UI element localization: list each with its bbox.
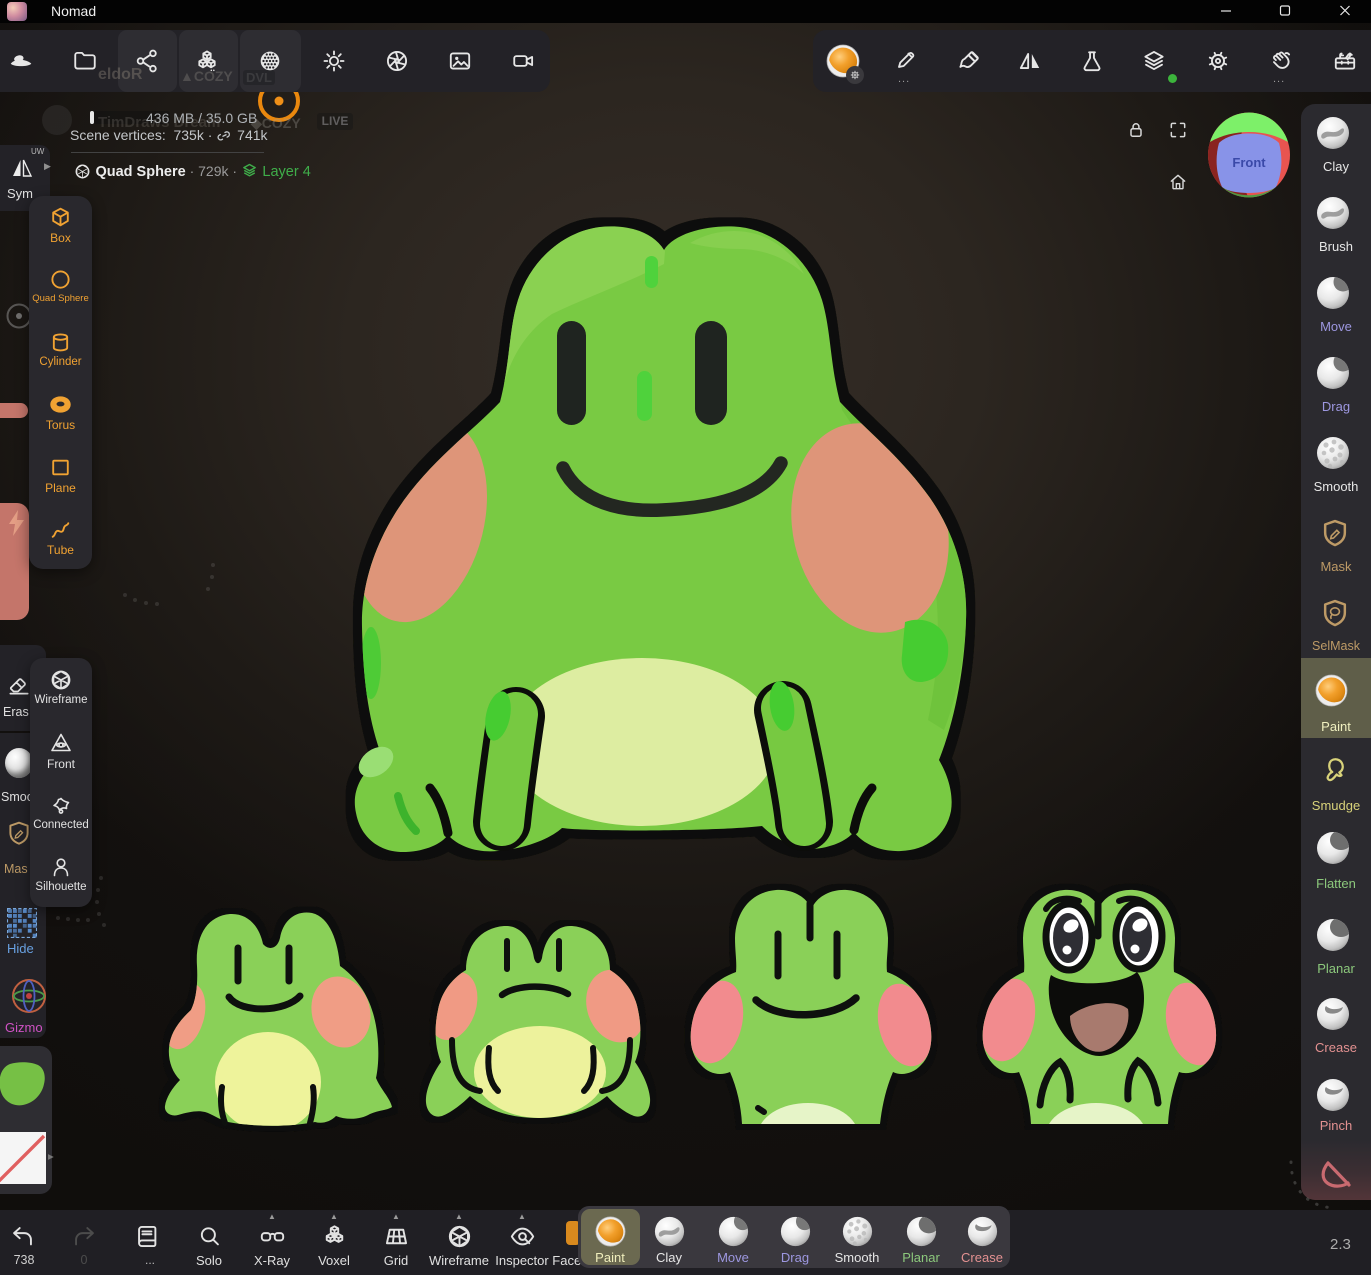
svg-text:Front: Front: [1232, 155, 1266, 170]
